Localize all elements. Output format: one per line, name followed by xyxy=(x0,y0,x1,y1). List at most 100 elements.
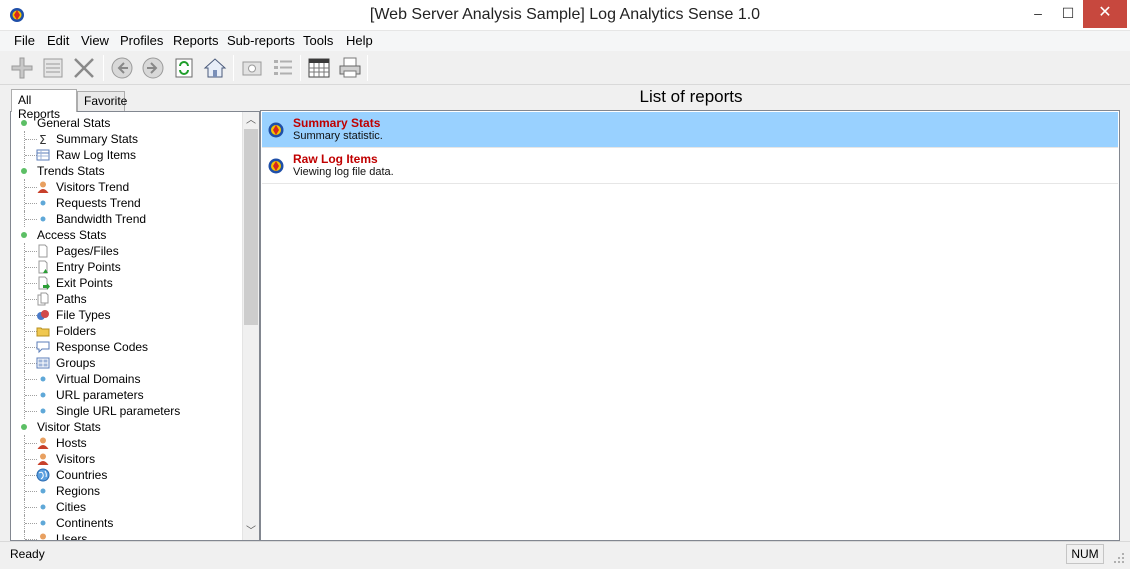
tree-item[interactable]: Raw Log Items xyxy=(11,147,241,163)
status-bar: Ready NUM xyxy=(0,541,1130,569)
menu-tools[interactable]: Tools xyxy=(303,33,333,48)
forward-button[interactable] xyxy=(139,54,167,82)
tree-item[interactable]: Single URL parameters xyxy=(11,403,241,419)
tree-item[interactable]: Requests Trend xyxy=(11,195,241,211)
back-button[interactable] xyxy=(108,54,136,82)
list-button[interactable] xyxy=(269,54,297,82)
tree-item[interactable]: URL parameters xyxy=(11,387,241,403)
bullet-icon xyxy=(40,216,46,222)
menu-help[interactable]: Help xyxy=(346,33,373,48)
tree-scrollbar[interactable]: ︿ ﹀ xyxy=(242,112,259,540)
speech-bubble-icon xyxy=(36,341,50,354)
tree-group[interactable]: Trends Stats xyxy=(11,163,241,179)
tree-item-label: Folders xyxy=(56,324,97,338)
tree-item-label: Summary Stats xyxy=(56,132,139,146)
back-icon xyxy=(111,57,133,79)
sigma-icon: Σ xyxy=(39,133,47,146)
tree-item-label: Bandwidth Trend xyxy=(56,212,147,226)
user-icon xyxy=(40,533,46,540)
properties-icon xyxy=(43,58,63,78)
tree-item-label: Visitors Trend xyxy=(56,180,130,194)
print-icon xyxy=(339,57,361,78)
tree-item-label: Hosts xyxy=(56,436,87,450)
bullet-icon xyxy=(40,408,46,414)
tree-group[interactable]: Access Stats xyxy=(11,227,241,243)
minimize-button[interactable]: – xyxy=(1023,0,1053,28)
tree-item[interactable]: Groups xyxy=(11,355,241,371)
reports-tree-pane: All Reports Favorite General Stats Σ Summa… xyxy=(6,85,260,541)
tree-item-label: Requests Trend xyxy=(56,196,141,210)
tree-item[interactable]: Response Codes xyxy=(11,339,241,355)
tree-item[interactable]: Bandwidth Trend xyxy=(11,211,241,227)
tree-item[interactable]: Paths xyxy=(11,291,241,307)
menu-sub-reports[interactable]: Sub-reports xyxy=(227,33,295,48)
tree-item[interactable]: Folders xyxy=(11,323,241,339)
menu-reports[interactable]: Reports xyxy=(173,33,219,48)
tree-item-label: URL parameters xyxy=(56,388,144,402)
bullet-icon xyxy=(40,488,46,494)
tree-item[interactable]: Users xyxy=(11,531,241,541)
toolbar-separator xyxy=(103,55,104,81)
tree-item[interactable]: Σ Summary Stats xyxy=(11,131,241,147)
calendar-button[interactable] xyxy=(305,54,333,82)
tree-item-label: Paths xyxy=(56,292,87,306)
resize-grip-icon[interactable] xyxy=(1112,551,1126,565)
user-icon xyxy=(37,181,49,193)
scroll-down-icon[interactable]: ﹀ xyxy=(243,523,259,540)
calendar-icon xyxy=(308,58,330,78)
report-title: Raw Log Items xyxy=(293,152,378,166)
page-exit-icon xyxy=(38,276,50,290)
delete-button[interactable] xyxy=(70,54,98,82)
tree-item[interactable]: Exit Points xyxy=(11,275,241,291)
tab-favorite[interactable]: Favorite xyxy=(77,91,127,111)
page-icon xyxy=(38,244,48,258)
print-button[interactable] xyxy=(336,54,364,82)
menu-profiles[interactable]: Profiles xyxy=(120,33,163,48)
add-button[interactable] xyxy=(8,54,36,82)
properties-button[interactable] xyxy=(40,54,68,82)
report-list: Summary Stats Summary statistic. Raw Log… xyxy=(260,110,1120,541)
tree-item[interactable]: Entry Points xyxy=(11,259,241,275)
close-button[interactable]: ✕ xyxy=(1083,0,1127,28)
tree-item-label: Virtual Domains xyxy=(56,372,141,386)
tree-item[interactable]: Pages/Files xyxy=(11,243,241,259)
toolbar-separator xyxy=(300,55,301,81)
user-icon xyxy=(37,437,49,449)
menu-edit[interactable]: Edit xyxy=(47,33,69,48)
tree-item[interactable]: File Types xyxy=(11,307,241,323)
home-button[interactable] xyxy=(201,54,229,82)
tree-item[interactable]: Regions xyxy=(11,483,241,499)
screenshot-button[interactable] xyxy=(238,54,266,82)
tree-item-label: Single URL parameters xyxy=(56,404,181,418)
maximize-button[interactable]: ☐ xyxy=(1053,0,1083,28)
tree-item-label: Entry Points xyxy=(56,260,121,274)
report-icon xyxy=(268,158,284,174)
tree-item[interactable]: Virtual Domains xyxy=(11,371,241,387)
tree-item[interactable]: Continents xyxy=(11,515,241,531)
report-title: Summary Stats xyxy=(293,116,381,130)
tab-all-reports[interactable]: All Reports xyxy=(11,89,77,121)
tree-item[interactable]: Hosts xyxy=(11,435,241,451)
refresh-button[interactable] xyxy=(170,54,198,82)
report-item-summary-stats[interactable]: Summary Stats Summary statistic. xyxy=(262,112,1118,148)
menu-view[interactable]: View xyxy=(81,33,109,48)
report-description: Summary statistic. xyxy=(293,130,383,142)
tree-item[interactable]: Cities xyxy=(11,499,241,515)
tree-item[interactable]: Visitors Trend xyxy=(11,179,241,195)
group-bullet-icon xyxy=(21,232,27,238)
scroll-thumb[interactable] xyxy=(244,129,258,325)
group-bullet-icon xyxy=(21,168,27,174)
scroll-up-icon[interactable]: ︿ xyxy=(243,112,259,129)
report-item-raw-log-items[interactable]: Raw Log Items Viewing log file data. xyxy=(262,148,1118,184)
tree-group[interactable]: Visitor Stats xyxy=(11,419,241,435)
tree-item[interactable]: Visitors xyxy=(11,451,241,467)
menu-file[interactable]: File xyxy=(14,33,35,48)
svg-text:Σ: Σ xyxy=(39,133,47,146)
tree-item-label: Visitors xyxy=(56,452,96,466)
tree-item-label: Cities xyxy=(56,500,87,514)
tree-item-label: Response Codes xyxy=(56,340,149,354)
tree-item-label: File Types xyxy=(56,308,111,322)
tree-item[interactable]: Countries xyxy=(11,467,241,483)
tree-item-label: Users xyxy=(56,532,88,541)
add-icon xyxy=(11,57,33,79)
